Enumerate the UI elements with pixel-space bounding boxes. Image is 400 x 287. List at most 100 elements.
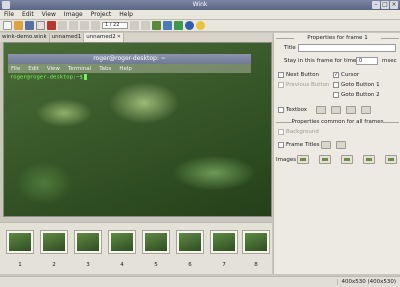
image-button-icon[interactable]	[363, 155, 375, 164]
window-menu-button[interactable]	[2, 1, 10, 9]
thumbnail-frame[interactable]	[74, 230, 102, 254]
thumbnail-number: 5	[154, 262, 158, 268]
thumbnail-number: 4	[120, 262, 124, 268]
close-button[interactable]: ×	[390, 1, 398, 9]
thumbnail-image	[213, 233, 235, 251]
browser-preview-icon[interactable]	[185, 21, 194, 30]
statusbar: 400x530 (400x530)	[0, 276, 400, 287]
image-button-icon[interactable]	[297, 155, 309, 164]
tip-bulb-icon[interactable]	[196, 21, 205, 30]
image-button-icon[interactable]	[341, 155, 353, 164]
paste-icon[interactable]	[69, 21, 78, 30]
last-frame-icon[interactable]	[141, 21, 150, 30]
next-frame-icon[interactable]	[130, 21, 139, 30]
thumbnail-frame[interactable]	[108, 230, 136, 254]
thumbnail-frame[interactable]	[6, 230, 34, 254]
thumbnail-frame[interactable]	[210, 230, 238, 254]
thumbnail-image	[245, 233, 267, 251]
menu-edit[interactable]: Edit	[22, 11, 34, 18]
textbox-checkbox[interactable]	[278, 107, 284, 113]
menu-project[interactable]: Project	[91, 11, 112, 18]
thumbnail-frame[interactable]	[40, 230, 68, 254]
copy-icon[interactable]	[58, 21, 67, 30]
images-label: Images	[276, 157, 297, 163]
tab-label: unnamed2	[86, 34, 116, 40]
goto-button-1-label: Goto Button 1	[341, 82, 380, 88]
thumbnail-frame[interactable]	[176, 230, 204, 254]
window-title: Wink	[192, 1, 208, 8]
next-button-checkbox[interactable]	[278, 72, 284, 78]
terminal-menu-file: File	[11, 65, 21, 72]
textbox-align-left-icon[interactable]	[316, 106, 326, 114]
frame-titles-style-icon[interactable]	[321, 141, 331, 149]
thumbnail-number: 3	[86, 262, 90, 268]
cut-icon[interactable]	[47, 21, 56, 30]
terminal-menu-view: View	[46, 65, 60, 72]
resolution-status: 400x530 (400x530)	[337, 279, 396, 285]
tab-unnamed1[interactable]: unnamed1	[50, 33, 85, 42]
stay-label: Stay in this frame for time	[284, 58, 357, 64]
thumbnail-image	[145, 233, 167, 251]
terminal-prompt: roger@roger-desktop:~$	[10, 74, 87, 81]
frame-titles-font-icon[interactable]	[336, 141, 346, 149]
textbox-align-center-icon[interactable]	[331, 106, 341, 114]
previous-button-checkbox[interactable]	[278, 82, 284, 88]
save-icon[interactable]	[25, 21, 34, 30]
terminal-menubar: File Edit View Terminal Tabs Help	[8, 64, 251, 73]
thumbnail-frame[interactable]	[142, 230, 170, 254]
toolbar: 1 / 22	[0, 20, 400, 32]
maximize-button[interactable]: □	[381, 1, 389, 9]
image-button-icon[interactable]	[319, 155, 331, 164]
first-frame-icon[interactable]	[80, 21, 89, 30]
minimize-button[interactable]: –	[372, 1, 380, 9]
thumbnail-number: 6	[188, 262, 192, 268]
terminal-menu-tabs: Tabs	[99, 65, 112, 72]
tab-label: wink-demo.wink	[2, 34, 47, 40]
textbox-label: Textbox	[286, 107, 308, 113]
menubar: File Edit View Image Project Help	[0, 10, 400, 20]
close-tab-icon[interactable]: ✕	[117, 33, 121, 42]
goto-button-1-checkbox[interactable]	[333, 82, 339, 88]
window-titlebar: Wink – □ ×	[0, 0, 400, 10]
background-checkbox[interactable]	[278, 129, 284, 135]
frame-number-field[interactable]: 1 / 22	[102, 22, 128, 29]
thumbnail-number: 8	[254, 262, 258, 268]
menu-help[interactable]: Help	[119, 11, 133, 18]
frame-canvas[interactable]: roger@roger-desktop: ~ File Edit View Te…	[3, 42, 272, 217]
menu-image[interactable]: Image	[64, 11, 83, 18]
textbox-align-right-icon[interactable]	[346, 106, 356, 114]
cursor-tool-icon[interactable]	[36, 21, 45, 30]
terminal-menu-edit: Edit	[28, 65, 39, 72]
terminal-menu-terminal: Terminal	[67, 65, 92, 72]
thumbnail-frame[interactable]	[242, 230, 270, 254]
thumbnail-number: 7	[222, 262, 226, 268]
background-label: Background	[286, 129, 319, 135]
textbox-style-icon[interactable]	[361, 106, 371, 114]
common-properties-header: Properties common for all frames	[276, 119, 399, 125]
add-frame-icon[interactable]	[152, 21, 161, 30]
title-input[interactable]	[298, 44, 396, 52]
thumbnail-number: 1	[18, 262, 22, 268]
play-icon[interactable]	[174, 21, 183, 30]
thumbnail-image	[179, 233, 201, 251]
goto-button-2-checkbox[interactable]	[333, 92, 339, 98]
properties-panel: Properties for frame 1 Title Stay in thi…	[273, 33, 400, 274]
tab-unnamed2[interactable]: unnamed2 ✕	[84, 33, 124, 42]
prompt-text: roger@roger-desktop:~$	[10, 74, 83, 81]
thumbnail-image	[43, 233, 65, 251]
stay-time-input[interactable]: 0	[356, 57, 378, 65]
new-file-icon[interactable]	[3, 21, 12, 30]
render-icon[interactable]	[163, 21, 172, 30]
frame-titles-checkbox[interactable]	[278, 142, 284, 148]
prev-frame-icon[interactable]	[91, 21, 100, 30]
cursor-checkbox[interactable]: ✓	[333, 72, 339, 78]
menu-file[interactable]: File	[4, 11, 14, 18]
next-button-label: Next Button	[286, 72, 319, 78]
cursor-label: Cursor	[341, 72, 360, 78]
menu-view[interactable]: View	[42, 11, 56, 18]
thumbnail-image	[111, 233, 133, 251]
open-folder-icon[interactable]	[14, 21, 23, 30]
image-button-icon[interactable]	[385, 155, 397, 164]
tab-wink-demo[interactable]: wink-demo.wink	[0, 33, 50, 42]
previous-button-label: Previous Button	[286, 82, 330, 88]
